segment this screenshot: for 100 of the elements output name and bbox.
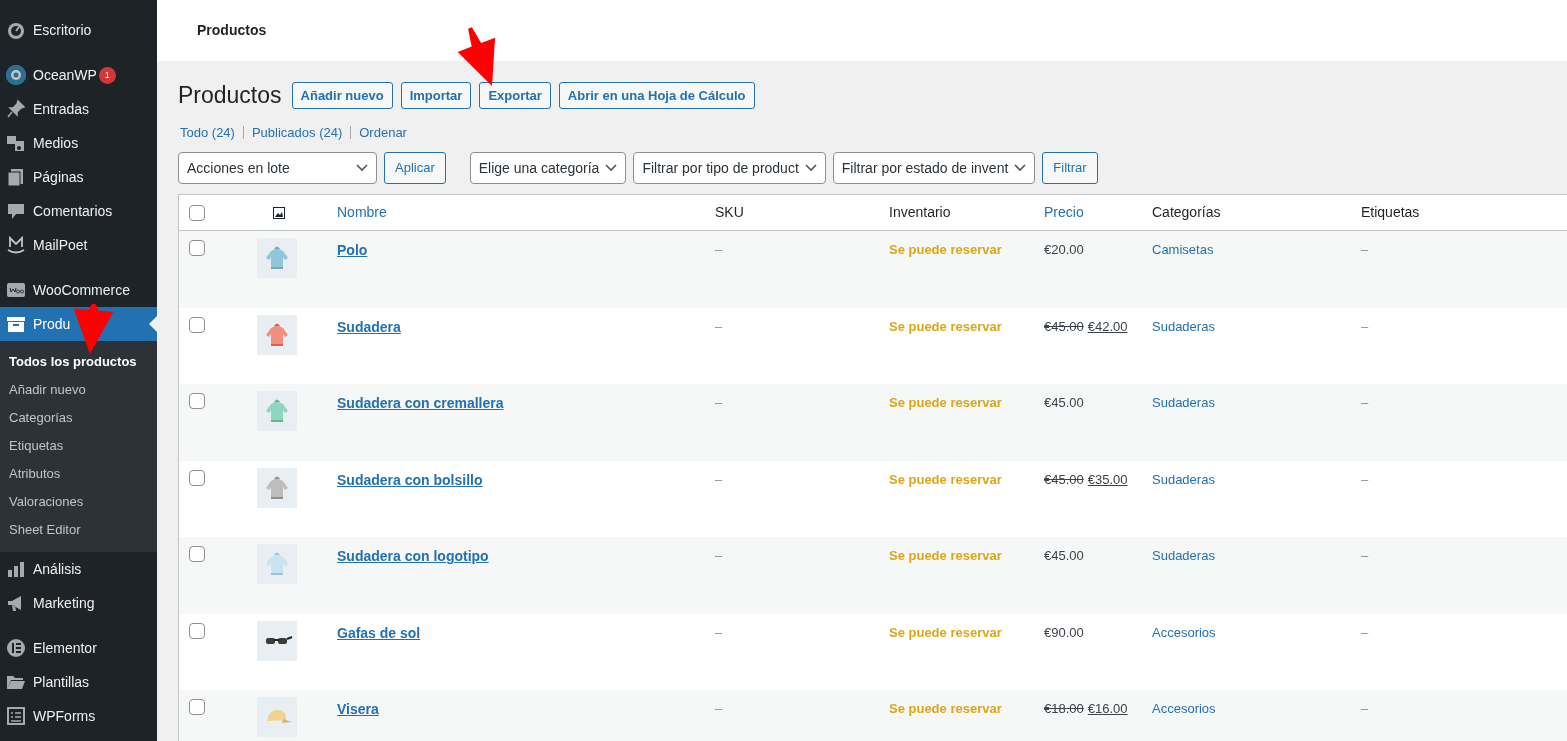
table-cell: – <box>1361 624 1369 640</box>
apply-button[interactable]: Aplicar <box>384 152 446 185</box>
column-header: Inventario <box>889 204 951 221</box>
caret-icon <box>1014 164 1027 173</box>
sidebar-item[interactable]: Marketing <box>0 586 157 620</box>
category-link[interactable]: Sudaderas <box>1152 548 1215 564</box>
product-name-link[interactable]: Sudadera con cremallera <box>337 395 504 412</box>
stock-status: Se puede reservar <box>889 395 1002 411</box>
old-price: €18.00 <box>1044 700 1084 719</box>
annotation-arrow <box>457 27 496 86</box>
sidebar-item[interactable]: Análisis <box>0 552 157 586</box>
action-button[interactable]: Importar <box>400 82 472 110</box>
view-link[interactable]: Todo (24) <box>180 122 235 143</box>
comment-icon <box>6 201 26 221</box>
column-header[interactable]: Nombre <box>337 204 387 221</box>
sidebar-item[interactable]: MailPoet <box>0 228 157 262</box>
sidebar-item[interactable]: Páginas <box>0 160 157 194</box>
price: €90.00 <box>1044 623 1084 642</box>
table-cell: – <box>715 548 723 564</box>
table-cell: – <box>715 624 723 640</box>
sidebar-item[interactable]: Comentarios <box>0 194 157 228</box>
product-name-link[interactable]: Sudadera <box>337 318 401 335</box>
checkbox[interactable] <box>189 240 205 257</box>
dropdown[interactable]: Elige una categoría <box>469 152 627 185</box>
stock-status: Se puede reservar <box>889 624 1002 640</box>
stock-status: Se puede reservar <box>889 242 1002 258</box>
checkbox[interactable] <box>189 204 205 221</box>
price: €16.00 <box>1087 700 1128 719</box>
table-cell: – <box>715 318 723 334</box>
submenu-item[interactable]: Atributos <box>0 460 157 488</box>
caret-icon <box>356 164 368 173</box>
dropdown[interactable]: Filtrar por tipo de product <box>633 152 826 185</box>
image-icon <box>273 206 285 219</box>
box-icon <box>6 314 26 334</box>
checkbox[interactable] <box>189 469 205 486</box>
product-name-link[interactable]: Gafas de sol <box>337 624 421 641</box>
product-name-link[interactable]: Sudadera con logotipo <box>337 548 489 565</box>
dashboard-icon <box>6 20 26 40</box>
sidebar-item[interactable]: Plantillas <box>0 665 157 699</box>
product-name-link[interactable]: Polo <box>337 242 368 259</box>
stock-status: Se puede reservar <box>889 471 1002 487</box>
sidebar-item[interactable]: Elementor <box>0 631 157 665</box>
category-link[interactable]: Sudaderas <box>1152 395 1215 411</box>
price: €45.00 <box>1044 547 1084 566</box>
ring-icon <box>6 65 26 85</box>
submenu-item[interactable]: Todos los productos <box>0 348 157 376</box>
sidebar-item[interactable]: WPForms <box>0 699 157 733</box>
sidebar-item[interactable]: OceanWP 1 <box>0 58 157 92</box>
view-link[interactable]: Publicados (24) <box>251 122 343 143</box>
table-cell: – <box>715 701 723 717</box>
category-link[interactable]: Camisetas <box>1152 242 1214 258</box>
checkbox[interactable] <box>189 622 205 639</box>
product-name-link[interactable]: Visera <box>337 701 379 718</box>
circle-logo-icon <box>6 638 26 658</box>
checkbox[interactable] <box>189 316 205 333</box>
checkbox[interactable] <box>189 699 205 716</box>
submenu-item[interactable]: Categorías <box>0 404 157 432</box>
table-cell: – <box>1361 548 1369 564</box>
stock-status: Se puede reservar <box>889 318 1002 334</box>
letter-icon <box>6 235 26 255</box>
table-cell: – <box>715 395 723 411</box>
dropdown[interactable]: Filtrar por estado de invent <box>832 152 1036 185</box>
column-header[interactable]: Precio <box>1044 204 1084 221</box>
table-cell: – <box>715 242 723 258</box>
media-icon <box>6 133 26 153</box>
column-header: SKU <box>715 204 744 221</box>
sidebar-item[interactable]: Escritorio <box>0 13 157 47</box>
sidebar-item[interactable]: WooCommerce <box>0 273 157 307</box>
dropdown[interactable]: Acciones en lote <box>178 152 377 185</box>
price: €45.00 <box>1044 394 1084 413</box>
stock-status: Se puede reservar <box>889 548 1002 564</box>
price: €20.00 <box>1044 241 1084 260</box>
price: €42.00 <box>1087 317 1128 336</box>
checkbox[interactable] <box>189 546 205 563</box>
pages-icon <box>6 167 26 187</box>
table-cell: – <box>1361 242 1369 258</box>
annotation-arrow <box>73 303 114 354</box>
submenu-item[interactable]: Etiquetas <box>0 432 157 460</box>
category-link[interactable]: Sudaderas <box>1152 471 1215 487</box>
column-header: Categorías <box>1152 204 1221 221</box>
action-button[interactable]: Abrir en una Hoja de Cálculo <box>558 82 755 110</box>
submenu-item[interactable]: Sheet Editor <box>0 516 157 544</box>
view-link[interactable]: Ordenar <box>359 122 407 143</box>
category-link[interactable]: Accesorios <box>1152 624 1216 640</box>
table-cell: – <box>1361 471 1369 487</box>
page-title: Productos <box>178 82 282 110</box>
action-button[interactable]: Exportar <box>479 82 551 110</box>
table-cell: – <box>1361 701 1369 717</box>
filter-button[interactable]: Filtrar <box>1042 152 1098 185</box>
table-cell: – <box>715 471 723 487</box>
action-button[interactable]: Añadir nuevo <box>291 82 393 110</box>
submenu-item[interactable]: Añadir nuevo <box>0 376 157 404</box>
checkbox[interactable] <box>189 393 205 410</box>
category-link[interactable]: Sudaderas <box>1152 318 1215 334</box>
sidebar-item[interactable]: Medios <box>0 126 157 160</box>
submenu-item[interactable]: Valoraciones <box>0 488 157 516</box>
category-link[interactable]: Accesorios <box>1152 701 1216 717</box>
table-cell: – <box>1361 395 1369 411</box>
product-name-link[interactable]: Sudadera con bolsillo <box>337 471 483 488</box>
sidebar-item[interactable]: Entradas <box>0 92 157 126</box>
